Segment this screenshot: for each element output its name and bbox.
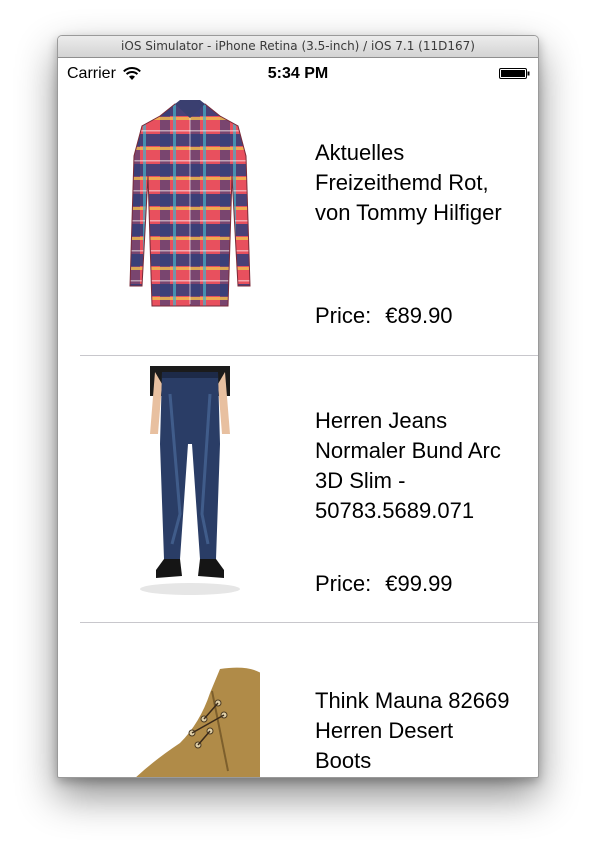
product-title: Aktuelles Freizeithemd Rot, von Tommy Hi… bbox=[315, 140, 502, 225]
product-cell-jeans[interactable]: Herren Jeans Normaler Bund Arc 3D Slim -… bbox=[80, 356, 538, 623]
product-cell-boots[interactable]: Think Mauna 82669 Herren Desert Boots bbox=[80, 623, 538, 777]
window-title: iOS Simulator - iPhone Retina (3.5-inch)… bbox=[58, 36, 538, 58]
status-time: 5:34 PM bbox=[267, 65, 329, 82]
product-cell-shirt[interactable]: Aktuelles Freizeithemd Rot, von Tommy Hi… bbox=[80, 88, 538, 356]
status-bar: Carrier 5:34 PM bbox=[58, 58, 538, 88]
product-price: Price: €89.90 bbox=[315, 303, 453, 329]
price-label: Price: bbox=[315, 303, 372, 328]
product-title: Think Mauna 82669 Herren Desert Boots bbox=[315, 688, 510, 773]
desert-boot-image bbox=[136, 667, 260, 777]
plaid-shirt-image bbox=[129, 100, 251, 307]
product-price: Price: €99.99 bbox=[315, 571, 453, 597]
price-label: Price: bbox=[315, 571, 372, 596]
product-list[interactable]: Aktuelles Freizeithemd Rot, von Tommy Hi… bbox=[58, 88, 538, 777]
battery-icon bbox=[499, 68, 530, 79]
product-title: Herren Jeans Normaler Bund Arc 3D Slim -… bbox=[315, 408, 501, 523]
simulator-window: iOS Simulator - iPhone Retina (3.5-inch)… bbox=[57, 35, 539, 778]
price-value: €89.90 bbox=[385, 303, 453, 328]
jeans-image bbox=[140, 366, 240, 595]
price-value: €99.99 bbox=[385, 571, 453, 596]
